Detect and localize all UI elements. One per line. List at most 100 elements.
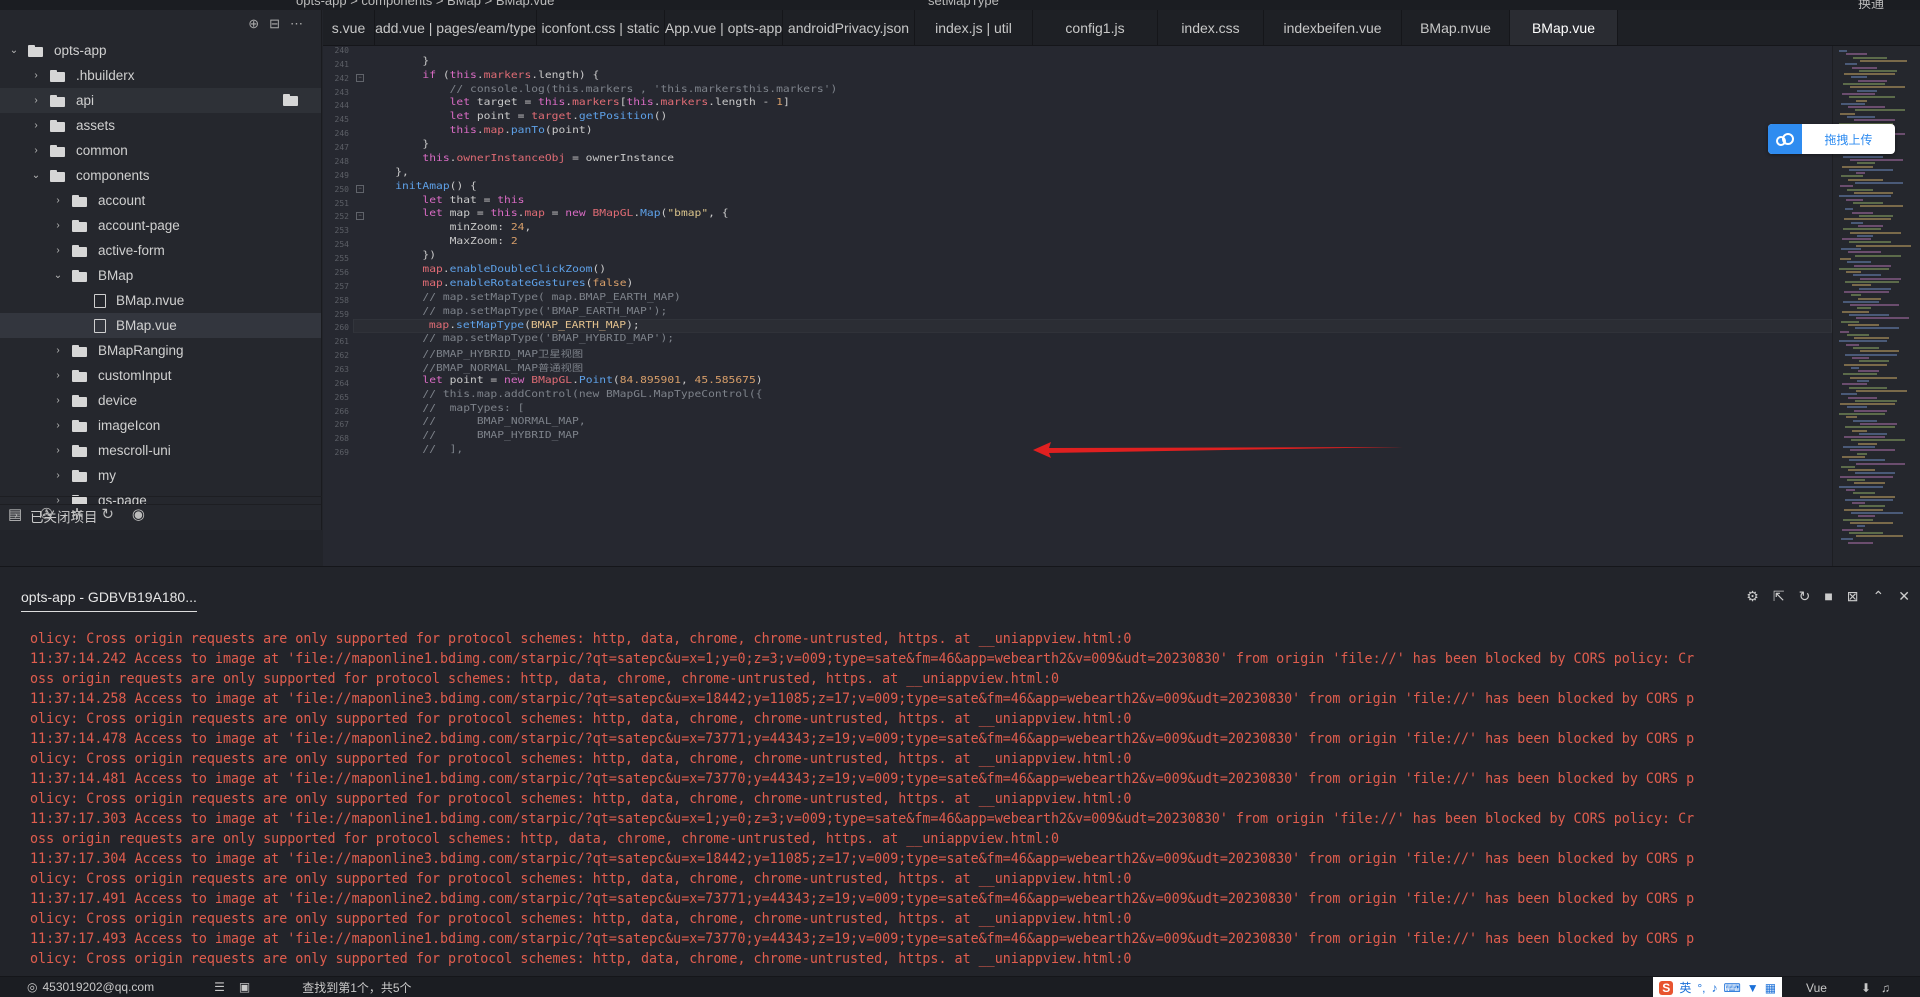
close-panel-icon[interactable]: ✕ (1898, 588, 1910, 605)
tree-item-imageicon[interactable]: › imageIcon (0, 413, 321, 438)
code-line[interactable]: map.enableRotateGestures(false) (368, 278, 633, 292)
language-mode[interactable]: Vue (1806, 981, 1827, 995)
plugin-icon[interactable]: ✇ (40, 505, 53, 523)
bell-icon[interactable]: ♫ (1881, 981, 1890, 995)
console-log[interactable]: olicy: Cross origin requests are only su… (30, 629, 1910, 969)
line-gutter: 240 241 242−243 244 245 246 247 248 249 250−251 25… (323, 46, 368, 566)
export-icon[interactable]: ⇱ (1773, 588, 1785, 605)
code-line[interactable]: let target = this.markers[this.markers.l… (368, 97, 790, 111)
tab-app-vue-opts-app[interactable]: App.vue | opts-app (665, 10, 783, 45)
code-line[interactable]: MaxZoom: 2 (368, 236, 518, 250)
tree-item-bmap-nvue[interactable]: BMap.nvue (0, 288, 321, 313)
code-line[interactable]: //BMAP_NORMAL_MAP普通视图 (368, 361, 583, 375)
code-line[interactable]: // this.map.addControl(new BMapGL.MapTyp… (368, 389, 762, 403)
download-icon[interactable]: ⬇ (1861, 981, 1871, 995)
replace-button[interactable]: 换通 (1858, 0, 1884, 10)
open-folder-icon[interactable] (283, 94, 299, 106)
code-line[interactable]: map.enableDoubleClickZoom() (368, 264, 606, 278)
code-line[interactable]: let map = this.map = new BMapGL.Map("bma… (368, 208, 728, 222)
code-line[interactable]: // BMAP_NORMAL_MAP, (368, 416, 585, 430)
minimap-line (1850, 376, 1897, 379)
code-line[interactable]: minZoom: 24, (368, 222, 532, 236)
tab-androidprivacy-json[interactable]: androidPrivacy.json (783, 10, 915, 45)
tree-item-mescroll-uni[interactable]: › mescroll-uni (0, 438, 321, 463)
user-account[interactable]: ◎ 453019202@qq.com (27, 980, 154, 994)
minimap-line (1852, 284, 1871, 287)
tree-item-my[interactable]: › my (0, 463, 321, 488)
code-editor[interactable]: 240 241 242−243 244 245 246 247 248 249 250−251 25… (323, 46, 1832, 566)
tree-item-components[interactable]: ⌄ components (0, 163, 321, 188)
tab-index-js-util[interactable]: index.js | util (915, 10, 1033, 45)
code-line[interactable]: }, (368, 167, 409, 181)
tree-item-bmapranging[interactable]: › BMapRanging (0, 338, 321, 363)
tab-bmap-nvue[interactable]: BMap.nvue (1402, 10, 1510, 45)
search-input[interactable]: setMapType (928, 0, 999, 8)
tree-item-account[interactable]: › account (0, 188, 321, 213)
tree-item-common[interactable]: › common (0, 138, 321, 163)
stop-icon[interactable]: ■ (1824, 588, 1832, 605)
code-line[interactable]: map.setMapType(BMAP_EARTH_MAP); (353, 319, 1832, 334)
code-line[interactable]: let that = this (368, 195, 524, 209)
code-line[interactable]: // BMAP_HYBRID_MAP (368, 430, 578, 444)
code-line[interactable]: // mapTypes: [ (368, 403, 524, 417)
code-line[interactable]: this.map.panTo(point) (368, 125, 593, 139)
code-line[interactable]: } (368, 139, 429, 153)
tree-item-account-page[interactable]: › account-page (0, 213, 321, 238)
minimap-line (1858, 442, 1877, 445)
tree-item-opts-app[interactable]: ⌄ opts-app (0, 38, 321, 63)
clear-icon[interactable]: ⊠ (1847, 588, 1859, 605)
code-line[interactable]: initAmap() { (368, 181, 477, 195)
tree-item-active-form[interactable]: › active-form (0, 238, 321, 263)
more-icon[interactable]: ⋯ (290, 16, 303, 32)
code-line[interactable]: // map.setMapType( map.BMAP_EARTH_MAP) (368, 291, 681, 306)
tab-bmap-vue[interactable]: BMap.vue (1510, 10, 1618, 45)
tree-item--hbuilderx[interactable]: › .hbuilderx (0, 63, 321, 88)
tree-item-bmap-vue[interactable]: BMap.vue (0, 313, 321, 338)
tree-item-assets[interactable]: › assets (0, 113, 321, 138)
upload-button[interactable]: 拖拽上传 (1768, 124, 1895, 154)
code-token: () { (449, 180, 477, 192)
code-line[interactable]: this.ownerInstanceObj = ownerInstance (368, 153, 674, 167)
restart-icon[interactable]: ↻ (1799, 588, 1811, 605)
code-line[interactable]: // console.log(this.markers , 'this.mark… (368, 84, 838, 98)
ime-toolbar[interactable]: S 英 °, ♪ ⌨ ▼ ▦ (1653, 977, 1783, 997)
locate-icon[interactable]: ⊕ (248, 16, 259, 32)
maximize-icon[interactable]: ⌃ (1873, 588, 1885, 605)
debug-icon[interactable]: ✲ (71, 505, 84, 523)
terminal-icon[interactable]: ▣ (239, 980, 250, 994)
tab-index-css[interactable]: index.css (1158, 10, 1264, 45)
tab-s-vue[interactable]: s.vue (323, 10, 375, 45)
code-line[interactable]: // map.setMapType('BMAP_HYBRID_MAP'); (368, 333, 674, 347)
refresh-icon[interactable]: ↻ (101, 505, 114, 523)
fold-toggle-icon[interactable]: − (356, 73, 364, 82)
code-line[interactable]: // map.setMapType('BMAP_EARTH_MAP'); (368, 306, 667, 320)
fold-toggle-icon[interactable]: − (356, 212, 364, 221)
bug-icon[interactable]: ⚙ (1746, 588, 1759, 605)
code-line[interactable]: let point = new BMapGL.Point(84.895901, … (368, 375, 762, 389)
tab-config1-js[interactable]: config1.js (1033, 10, 1158, 45)
theme-icon[interactable]: ◉ (132, 505, 145, 523)
code-line[interactable]: // ], (368, 444, 463, 458)
tab-indexbeifen-vue[interactable]: indexbeifen.vue (1264, 10, 1402, 45)
code-line[interactable]: //BMAP_HYBRID_MAP卫星视图 (368, 347, 583, 361)
collapse-all-icon[interactable]: ⊟ (269, 16, 280, 32)
code-line[interactable]: } (368, 56, 429, 70)
code-token: // map.setMapType( map.BMAP_EARTH_MAP) (368, 291, 681, 303)
breadcrumb[interactable]: opts-app > components > BMap > BMap.vue (296, 0, 554, 8)
tree-item-api[interactable]: › api (0, 88, 321, 113)
tree-item-bmap[interactable]: ⌄ BMap (0, 263, 321, 288)
tree-item-device[interactable]: › device (0, 388, 321, 413)
code-token: // map.setMapType('BMAP_HYBRID_MAP'); (368, 333, 675, 344)
minimap-line (1846, 198, 1863, 201)
tree-item-custominput[interactable]: › customInput (0, 363, 321, 388)
tab-iconfont-css-static[interactable]: iconfont.css | static (537, 10, 665, 45)
console-tab[interactable]: opts-app - GDBVB19A180... (21, 589, 197, 612)
folder-icon[interactable]: ▤ (8, 505, 22, 523)
code-line[interactable]: }) (368, 250, 436, 264)
code-line[interactable]: if (this.markers.length) { (368, 70, 599, 84)
code-token: = ownerInstance (565, 152, 675, 164)
fold-toggle-icon[interactable]: − (356, 184, 364, 193)
code-line[interactable]: let point = target.getPosition() (368, 111, 668, 125)
tab-add-vue-pages-eam-type[interactable]: add.vue | pages/eam/type (375, 10, 537, 45)
list-icon[interactable]: ☰ (214, 980, 225, 994)
